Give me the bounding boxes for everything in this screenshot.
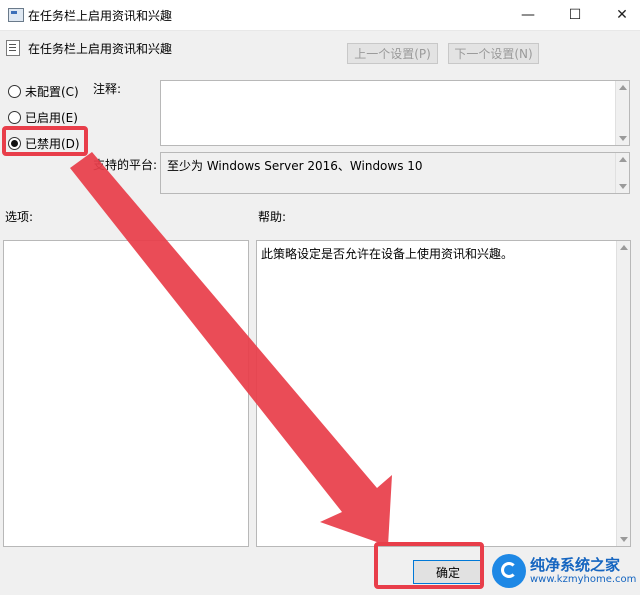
watermark-name: 纯净系统之家: [530, 556, 621, 574]
watermark-logo-icon: [492, 554, 526, 588]
watermark-logo: 纯净系统之家 www.kzmyhome.com: [490, 552, 636, 590]
annotation-arrow: [70, 152, 392, 546]
watermark-url: www.kzmyhome.com: [530, 574, 637, 585]
ok-button-highlight: [374, 542, 484, 589]
